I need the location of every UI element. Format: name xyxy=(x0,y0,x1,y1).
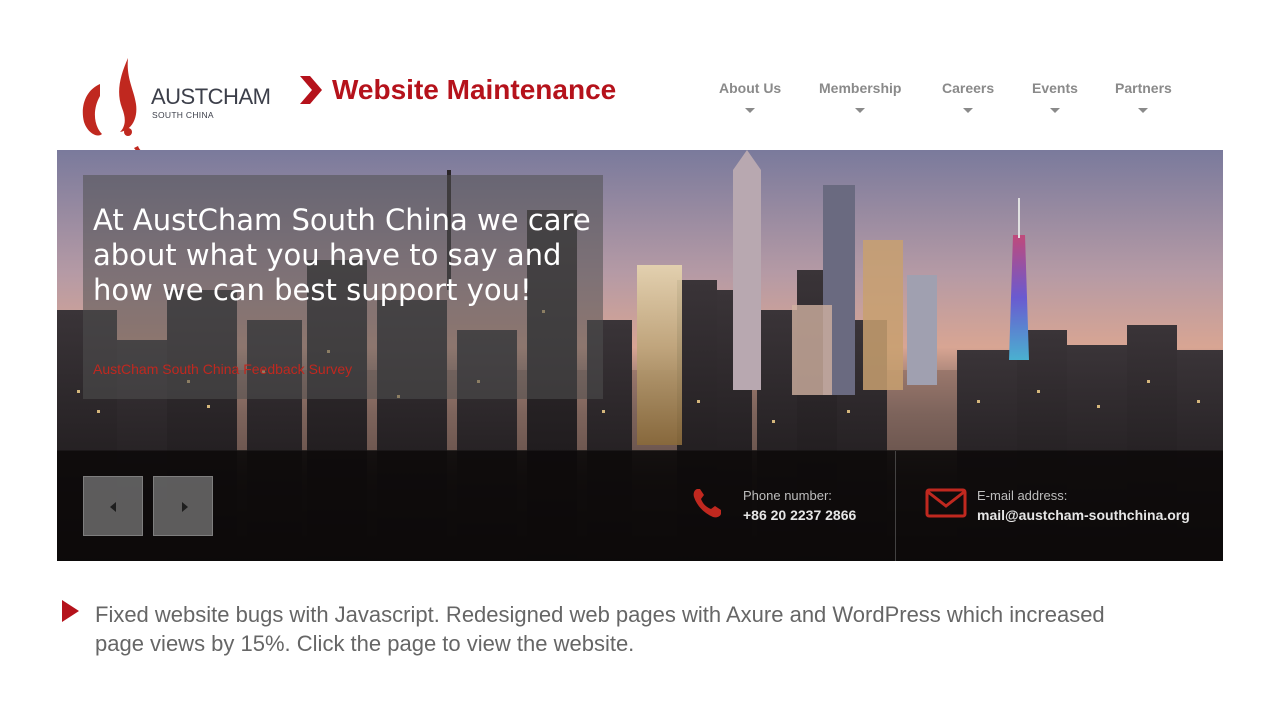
hero-slider[interactable]: At AustCham South China we care about wh… xyxy=(57,150,1223,561)
caret-down-icon xyxy=(1049,108,1060,113)
caret-down-icon xyxy=(963,108,974,113)
nav-label: Membership xyxy=(819,80,902,96)
email-address: mail@austcham-southchina.org xyxy=(977,507,1190,523)
chevron-right-icon xyxy=(300,76,322,104)
bullet-triangle-icon xyxy=(62,600,79,622)
phone-label: Phone number: xyxy=(743,488,832,503)
arrow-left-icon xyxy=(110,502,116,512)
email-label: E-mail address: xyxy=(977,488,1068,503)
caret-down-icon xyxy=(745,108,756,113)
slide-title: Website Maintenance xyxy=(298,72,616,108)
nav-label: Partners xyxy=(1115,80,1172,96)
nav-item-events[interactable]: Events xyxy=(1032,80,1078,113)
phone-number: +86 20 2237 2866 xyxy=(743,507,857,523)
hero-info-bar: Phone number: +86 20 2237 2866 E-mail ad… xyxy=(57,451,1223,561)
caret-down-icon xyxy=(1138,108,1149,113)
main-nav: About Us Membership Careers Events Partn… xyxy=(700,80,1200,124)
nav-item-careers[interactable]: Careers xyxy=(942,80,994,113)
nav-label: Events xyxy=(1032,80,1078,96)
hero-headline: At AustCham South China we care about wh… xyxy=(93,203,591,307)
slide-title-text: Website Maintenance xyxy=(332,74,617,105)
caret-down-icon xyxy=(855,108,866,113)
description-text: Fixed website bugs with Javascript. Rede… xyxy=(95,602,1105,656)
slider-next-button[interactable] xyxy=(153,476,213,536)
slider-prev-button[interactable] xyxy=(83,476,143,536)
nav-label: Careers xyxy=(942,80,995,96)
phone-icon xyxy=(693,489,721,518)
envelope-icon xyxy=(925,488,967,518)
contact-divider xyxy=(895,451,896,561)
feedback-survey-link[interactable]: AustCham South China Feedback Survey xyxy=(93,361,352,377)
arrow-right-icon xyxy=(182,502,188,512)
nav-item-partners[interactable]: Partners xyxy=(1115,80,1172,113)
hero-caption-box: At AustCham South China we care about wh… xyxy=(83,175,603,399)
nav-item-membership[interactable]: Membership xyxy=(819,80,901,113)
logo-brand-text: AUSTCHAM xyxy=(151,84,271,109)
nav-item-about-us[interactable]: About Us xyxy=(719,80,781,113)
nav-label: About Us xyxy=(719,80,782,96)
logo-sub-text: SOUTH CHINA xyxy=(152,110,214,120)
